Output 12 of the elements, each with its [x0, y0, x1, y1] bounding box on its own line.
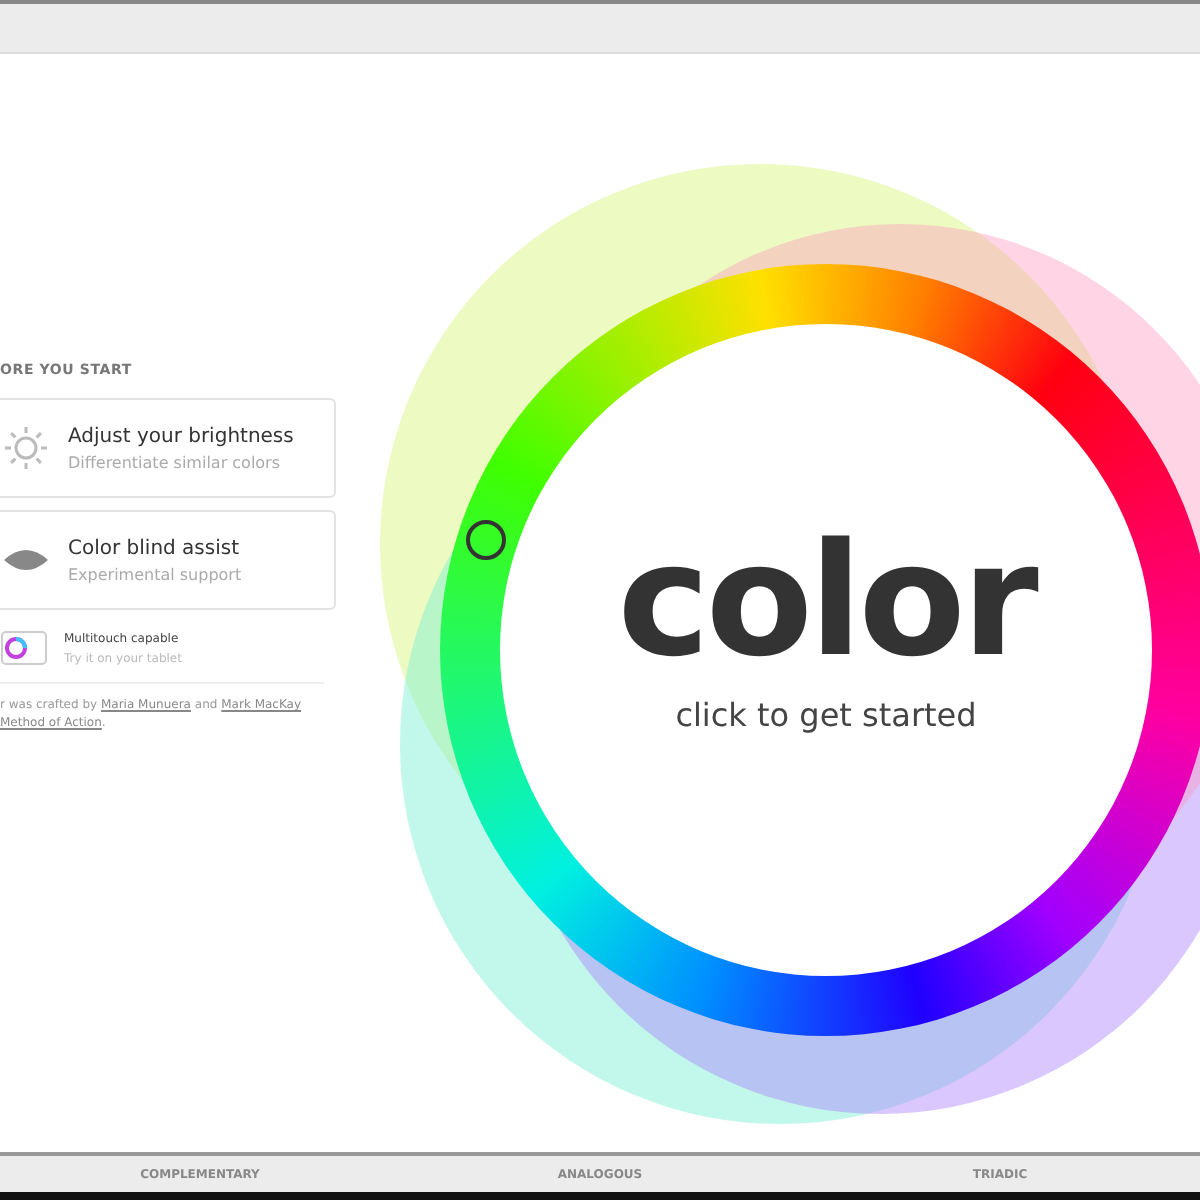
picker-handle[interactable]	[466, 520, 506, 560]
tablet-icon	[0, 630, 48, 666]
option-subtitle: Experimental support	[68, 565, 242, 583]
option-card[interactable]: Adjust your brightness Differentiate similar colors	[0, 398, 336, 498]
option-subtitle: Differentiate similar colors	[68, 453, 283, 471]
hero-subtitle: click to get started	[675, 696, 977, 734]
sun-icon	[4, 426, 48, 470]
option-title: Adjust your brightness	[68, 425, 294, 447]
option-card[interactable]: Color blind assist Experimental support	[0, 510, 336, 610]
hero-title: color	[617, 524, 1035, 680]
eye-icon	[4, 548, 48, 572]
option-title: Color blind assist	[68, 537, 242, 559]
